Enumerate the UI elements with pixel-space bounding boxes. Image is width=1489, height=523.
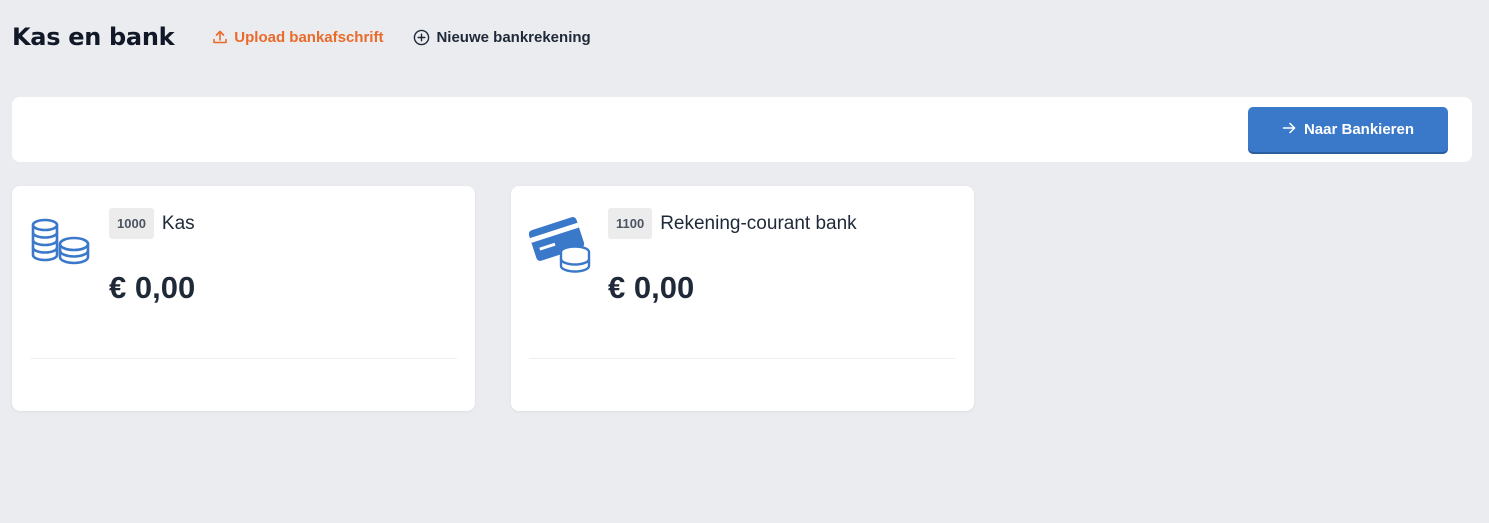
- to-banking-button[interactable]: Naar Bankieren: [1248, 107, 1448, 152]
- card-divider: [30, 358, 457, 359]
- coins-icon: [30, 216, 94, 273]
- page-header: Kas en bank Upload bankafschrift Nieuwe …: [12, 20, 591, 54]
- account-number-badge: 1000: [109, 208, 154, 239]
- account-card-kas[interactable]: 1000 Kas € 0,00: [12, 186, 475, 411]
- credit-card-coins-icon: [528, 216, 593, 279]
- account-number-badge: 1100: [608, 208, 653, 239]
- account-header: 1000 Kas: [109, 208, 195, 239]
- page-title: Kas en bank: [12, 23, 175, 51]
- account-name: Rekening-courant bank: [660, 212, 857, 234]
- upload-label: Upload bankafschrift: [234, 28, 384, 46]
- new-bank-account-link[interactable]: Nieuwe bankrekening: [413, 28, 591, 46]
- to-banking-label: Naar Bankieren: [1303, 121, 1415, 138]
- new-account-label: Nieuwe bankrekening: [436, 28, 591, 46]
- upload-icon: [212, 29, 228, 45]
- account-name: Kas: [161, 212, 195, 234]
- account-header: 1100 Rekening-courant bank: [608, 208, 857, 239]
- plus-circle-icon: [413, 29, 430, 46]
- account-balance: € 0,00: [109, 270, 196, 305]
- arrow-right-icon: [1282, 121, 1296, 139]
- upload-bank-statement-link[interactable]: Upload bankafschrift: [212, 29, 383, 46]
- account-card-rekening-courant[interactable]: 1100 Rekening-courant bank € 0,00: [511, 186, 974, 411]
- card-divider: [529, 358, 956, 359]
- account-balance: € 0,00: [608, 270, 695, 305]
- action-bar: Naar Bankieren: [12, 97, 1472, 162]
